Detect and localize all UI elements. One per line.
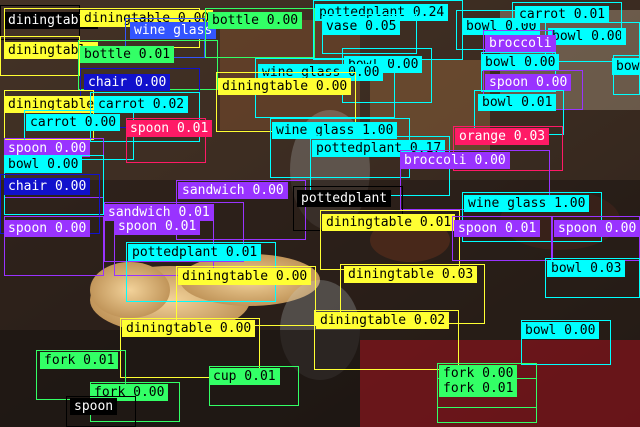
detection-label: carrot 0.00 <box>26 114 121 131</box>
detection-label: chair 0.00 <box>4 178 91 195</box>
detection-label: wine glass 1.00 <box>272 122 398 139</box>
detection-label: wine glass 1.00 <box>464 195 590 212</box>
detection-label: bowl 0.00 <box>548 28 627 45</box>
detection-label: bottle 0.00 <box>208 12 303 29</box>
detection-label: fork 0.01 <box>439 380 518 397</box>
detection-label: diningtable 0.03 <box>344 266 478 283</box>
detection-label: bowl 0.01 <box>478 94 557 111</box>
detection-label: diningtable 0.01 <box>322 214 456 231</box>
detection-label: wine glass <box>130 22 217 39</box>
detection-label: bowl 0.00 <box>481 54 560 71</box>
detection-label: diningtable <box>4 96 99 113</box>
detection-label: spoon 0.00 <box>4 220 91 237</box>
detection-label: carrot 0.02 <box>94 96 189 113</box>
detection-label: pottedplant <box>297 190 392 207</box>
detection-label: spoon 0.00 <box>554 220 640 237</box>
detection-label: fork 0.01 <box>40 352 119 369</box>
detection-label: bowl 0.00 <box>521 322 600 339</box>
detection-label: bottle 0.01 <box>80 46 175 63</box>
detection-label: bowl 0.03 <box>547 260 626 277</box>
detection-label: spoon 0.01 <box>114 218 201 235</box>
detection-label: spoon <box>70 398 118 415</box>
detection-label: bowl 0.00 <box>4 156 83 173</box>
detection-label: spoon 0.01 <box>454 220 541 237</box>
detection-label: diningtable 0.02 <box>316 312 450 329</box>
detection-image: diningtable diningtable 0.00 wine glass bot… <box>0 0 640 427</box>
detection-label: diningtable 0.00 <box>178 268 312 285</box>
detection-label: diningtable 0.00 <box>218 78 352 95</box>
detection-label: chair 0.00 <box>84 74 171 91</box>
detection-label: pottedplant 0.01 <box>128 244 262 261</box>
detection-label: carrot 0.01 <box>515 6 610 23</box>
detection-label: diningtable 0.00 <box>122 320 256 337</box>
detection-label: spoon 0.00 <box>4 140 91 157</box>
detection-label: broccoli 0.00 <box>400 152 510 169</box>
detection-label: broccoli <box>485 35 556 52</box>
detection-label: vase 0.05 <box>322 18 401 35</box>
detection-label: spoon 0.00 <box>485 74 572 91</box>
detection-label: spoon 0.01 <box>126 120 213 137</box>
detection-label: cup 0.01 <box>209 368 280 385</box>
detection-label: bowl 0.00 <box>612 58 640 75</box>
detection-label: sandwich 0.00 <box>178 182 288 199</box>
detection-label: orange 0.03 <box>455 128 550 145</box>
